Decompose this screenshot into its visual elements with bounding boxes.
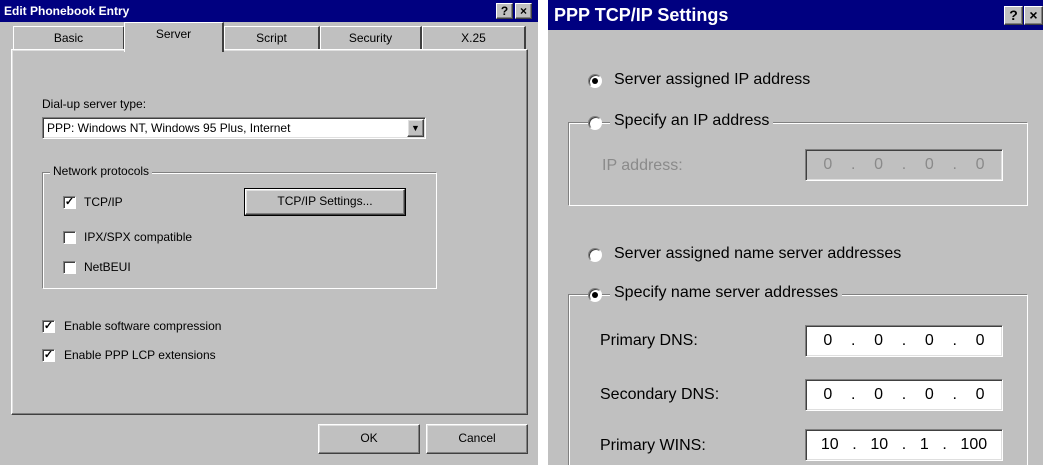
netbeui-checkbox[interactable] bbox=[63, 261, 76, 274]
server-assigned-dns-radio[interactable] bbox=[588, 248, 602, 262]
primary-dns-label: Primary DNS: bbox=[600, 332, 698, 349]
close-button[interactable]: × bbox=[515, 3, 532, 19]
specify-dns-radio[interactable] bbox=[588, 288, 602, 302]
server-assigned-dns-label: Server assigned name server addresses bbox=[614, 245, 902, 262]
server-type-value: PPP: Windows NT, Windows 95 Plus, Intern… bbox=[47, 121, 291, 135]
tab-basic[interactable]: Basic bbox=[13, 26, 125, 50]
ppp-lcp-checkbox[interactable]: ✓ bbox=[42, 349, 55, 362]
ipxspx-checkbox[interactable] bbox=[63, 231, 76, 244]
specify-dns-label: Specify name server addresses bbox=[610, 284, 843, 302]
primary-wins-label: Primary WINS: bbox=[600, 437, 706, 454]
check-icon: ✓ bbox=[64, 196, 75, 208]
chevron-down-icon[interactable]: ▼ bbox=[407, 119, 424, 137]
server-type-label: Dial-up server type: bbox=[42, 97, 147, 111]
software-compression-checkbox[interactable]: ✓ bbox=[42, 320, 55, 333]
help-button[interactable]: ? bbox=[496, 3, 513, 19]
server-assigned-ip-radio[interactable] bbox=[588, 74, 602, 88]
cancel-button[interactable]: Cancel bbox=[426, 424, 528, 454]
close-icon: × bbox=[519, 4, 527, 18]
server-tab-panel: Dial-up server type: PPP: Windows NT, Wi… bbox=[11, 49, 528, 415]
check-icon: ✓ bbox=[43, 349, 54, 361]
title-bar[interactable]: PPP TCP/IP Settings ? × bbox=[548, 0, 1043, 30]
ipxspx-label: IPX/SPX compatible bbox=[84, 230, 193, 244]
tcpip-label: TCP/IP bbox=[84, 195, 123, 209]
help-button[interactable]: ? bbox=[1004, 6, 1023, 25]
server-type-select[interactable]: PPP: Windows NT, Windows 95 Plus, Intern… bbox=[42, 117, 426, 139]
close-icon: × bbox=[1029, 7, 1038, 23]
ip-address-label: IP address: bbox=[602, 157, 683, 174]
secondary-dns-label: Secondary DNS: bbox=[600, 386, 720, 403]
dialog-title: Edit Phonebook Entry bbox=[4, 4, 130, 18]
tab-script[interactable]: Script bbox=[224, 26, 320, 50]
close-button[interactable]: × bbox=[1024, 6, 1043, 25]
ok-button[interactable]: OK bbox=[318, 424, 420, 454]
help-icon: ? bbox=[500, 4, 509, 18]
software-compression-label: Enable software compression bbox=[64, 319, 222, 333]
specify-ip-radio[interactable] bbox=[588, 116, 602, 130]
title-bar[interactable]: Edit Phonebook Entry ? × bbox=[0, 0, 538, 22]
primary-wins-field[interactable]: 10. 10. 1. 100 bbox=[805, 429, 1003, 461]
ip-address-field[interactable]: 0. 0. 0. 0 bbox=[805, 149, 1003, 181]
netbeui-label: NetBEUI bbox=[84, 260, 131, 274]
primary-dns-field[interactable]: 0. 0. 0. 0 bbox=[805, 325, 1003, 357]
secondary-dns-field[interactable]: 0. 0. 0. 0 bbox=[805, 379, 1003, 411]
tcpip-settings-button[interactable]: TCP/IP Settings... bbox=[244, 188, 406, 216]
specify-ip-label: Specify an IP address bbox=[610, 112, 774, 130]
network-protocols-legend: Network protocols bbox=[50, 164, 153, 178]
tab-security[interactable]: Security bbox=[320, 26, 422, 50]
help-icon: ? bbox=[1009, 7, 1018, 23]
ppp-tcpip-settings-dialog: PPP TCP/IP Settings ? × Server assigned … bbox=[548, 0, 1043, 465]
server-assigned-ip-label: Server assigned IP address bbox=[614, 71, 811, 88]
tab-server[interactable]: Server bbox=[124, 22, 224, 52]
tab-x25[interactable]: X.25 bbox=[422, 26, 526, 50]
tcpip-checkbox[interactable]: ✓ bbox=[63, 196, 76, 209]
check-icon: ✓ bbox=[43, 320, 54, 332]
ppp-lcp-label: Enable PPP LCP extensions bbox=[64, 348, 216, 362]
edit-phonebook-entry-dialog: Edit Phonebook Entry ? × Basic Server Sc… bbox=[0, 0, 538, 465]
dialog-title: PPP TCP/IP Settings bbox=[554, 5, 729, 25]
